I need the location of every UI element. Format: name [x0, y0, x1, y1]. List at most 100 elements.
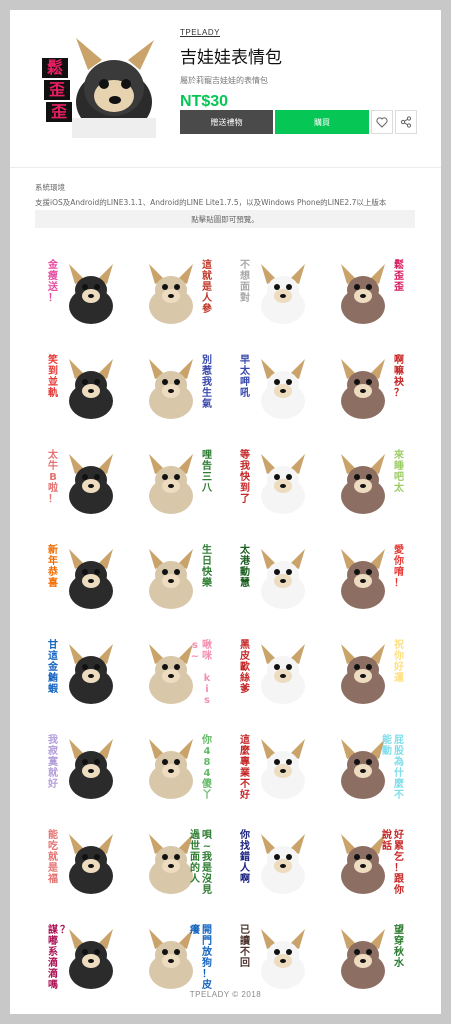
chihuahua-sticker-image: 甘這金鮪蝦	[47, 638, 113, 704]
chihuahua-sticker-image: 金瘦送！	[47, 258, 113, 324]
sticker-item[interactable]: 屁股為什麼不能動	[322, 719, 418, 814]
sticker-item[interactable]: 我寂寞就好	[34, 719, 130, 814]
system-environment: 系統環境 支援iOS及Android的LINE3.1.1、Android的LIN…	[35, 182, 415, 208]
share-icon	[400, 116, 412, 128]
sticker-caption: 謀嘟系滴滴嗎？	[48, 923, 70, 991]
svg-text:鬆: 鬆	[47, 58, 63, 77]
svg-text:歪: 歪	[51, 102, 67, 121]
chihuahua-sticker-image: 你找錯人啊	[239, 828, 305, 894]
sticker-caption: 好累乞！跟你說話	[382, 828, 405, 896]
sticker-caption: 太牛 B 啦！	[47, 448, 59, 505]
sticker-caption: 你找錯人啊	[239, 828, 251, 885]
chihuahua-sticker-image: 這就是人參	[149, 258, 213, 324]
sticker-item[interactable]: 新年恭喜	[34, 529, 130, 624]
sticker-caption: 新年恭喜	[47, 543, 59, 589]
sticker-caption: 這麼專業不好	[239, 733, 251, 801]
sticker-item[interactable]: 等我快到了	[226, 434, 322, 529]
author-link[interactable]: TPELADY	[180, 28, 420, 37]
sticker-item[interactable]: 啾咪 k i ss ~	[130, 624, 226, 719]
sticker-item[interactable]: 別惹我生氣	[130, 339, 226, 434]
chihuahua-sticker-image: 能吃就是福	[47, 828, 113, 894]
svg-text:歪: 歪	[49, 80, 65, 99]
sticker-caption: 笑到並軌	[48, 353, 58, 399]
sticker-item[interactable]: 不想面對	[226, 244, 322, 339]
sticker-item[interactable]: 來睡吧太	[322, 434, 418, 529]
chihuahua-sticker-image: 太牛 B 啦！	[47, 448, 113, 514]
chihuahua-sticker-image: 笑到並軌	[48, 353, 113, 419]
sticker-item[interactable]: 啊嘛袂？	[322, 339, 418, 434]
sticker-item[interactable]: 你 4 8 4 傻丫	[130, 719, 226, 814]
sticker-caption: 太港動慧	[239, 543, 251, 589]
sticker-item[interactable]: 早太呷吼	[226, 339, 322, 434]
sticker-caption: 甘這金鮪蝦	[47, 638, 59, 695]
chihuahua-sticker-image: 啊嘛袂？	[341, 354, 404, 419]
chihuahua-sticker-image: 這麼專業不好	[239, 733, 305, 801]
sticker-caption: 我寂寞就好	[47, 733, 59, 790]
sticker-item[interactable]: 鬆歪歪	[322, 244, 418, 339]
sticker-caption: 屁股為什麼不能動	[382, 733, 405, 801]
chihuahua-sticker-image: 別惹我生氣	[149, 353, 212, 419]
sticker-grid: 金瘦送！ 這就是人參 不想面對 鬆歪歪笑到並軌 別惹我生氣 早太呷吼 啊嘛袂？ 太牛 B 啦！ 哩告…	[34, 244, 418, 1004]
chihuahua-sticker-image: 謀嘟系滴滴嗎？	[48, 923, 113, 991]
sticker-item[interactable]: 祝你好運	[322, 624, 418, 719]
sticker-caption: 你 4 8 4 傻丫	[201, 733, 212, 801]
sticker-item[interactable]: 太牛 B 啦！	[34, 434, 130, 529]
footer-copyright: TPELADY © 2018	[189, 990, 262, 999]
environment-title: 系統環境	[35, 183, 65, 192]
sticker-caption: 等我快到了	[239, 448, 251, 505]
main-sticker-image: 鬆 歪 歪	[42, 38, 156, 138]
sticker-caption: 不想面對	[239, 259, 250, 304]
sticker-item[interactable]: 哩告三八	[130, 434, 226, 529]
sticker-caption: 來睡吧太	[393, 448, 405, 494]
sticker-item[interactable]: 太港動慧	[226, 529, 322, 624]
sticker-caption: 生日快樂	[201, 543, 213, 589]
sticker-item[interactable]: 甘這金鮪蝦	[34, 624, 130, 719]
sticker-caption: 金瘦送！	[47, 258, 59, 304]
sticker-item[interactable]: 笑到並軌	[34, 339, 130, 434]
action-buttons: 贈送禮物 購買	[180, 110, 417, 134]
product-title: 吉娃娃表情包	[180, 48, 282, 68]
sticker-item[interactable]: 這麼專業不好	[226, 719, 322, 814]
sticker-caption: 啊嘛袂？	[394, 354, 404, 399]
sticker-item[interactable]: 能吃就是福	[34, 814, 130, 909]
chihuahua-sticker-image: 我寂寞就好	[47, 733, 113, 799]
sticker-item[interactable]: 黑皮歐絲爹	[226, 624, 322, 719]
chihuahua-sticker-image: 好累乞！跟你說話	[341, 828, 405, 896]
favorite-button[interactable]	[371, 110, 393, 134]
chihuahua-sticker-image: 新年恭喜	[47, 543, 113, 609]
product-header: 鬆 歪 歪 TPELADY 吉娃娃表情包 屬於莉寵吉娃娃的表情包 NT$30 贈…	[10, 10, 441, 168]
product-price: NT$30	[180, 93, 229, 110]
sticker-item[interactable]: 唄~我是沒見過世面的人	[130, 814, 226, 909]
product-description: 屬於莉寵吉娃娃的表情包	[180, 76, 268, 85]
chihuahua-sticker-image: 鬆歪歪	[341, 258, 404, 324]
sticker-item[interactable]: 這就是人參	[130, 244, 226, 339]
heart-icon	[376, 116, 388, 128]
sticker-caption: 黑皮歐絲爹	[239, 639, 251, 695]
sticker-caption: 別惹我生氣	[201, 353, 212, 410]
sticker-item[interactable]: 金瘦送！	[34, 244, 130, 339]
sticker-page: 鬆 歪 歪 TPELADY 吉娃娃表情包 屬於莉寵吉娃娃的表情包 NT$30 贈…	[10, 10, 441, 1014]
chihuahua-sticker-image: 太港動慧	[239, 543, 305, 609]
share-button[interactable]	[395, 110, 417, 134]
sticker-caption: 唄~我是沒見過世面的人	[189, 828, 213, 896]
chihuahua-sticker-image: 你 4 8 4 傻丫	[149, 733, 212, 801]
chihuahua-sticker-image: 等我快到了	[239, 448, 305, 514]
chihuahua-sticker-image: 不想面對	[239, 259, 305, 324]
chihuahua-sticker-image: 啾咪 k i ss ~	[149, 638, 213, 706]
buy-button[interactable]: 購買	[275, 110, 369, 134]
sticker-caption: 開門放狗！皮癢	[189, 923, 213, 991]
sticker-caption: 哩告三八	[201, 449, 213, 494]
sticker-item[interactable]: 好累乞！跟你說話	[322, 814, 418, 909]
gift-button[interactable]: 贈送禮物	[180, 110, 273, 134]
chihuahua-sticker-image: 祝你好運	[341, 638, 404, 704]
environment-text: 支援iOS及Android的LINE3.1.1、Android的LINE Lit…	[35, 198, 387, 207]
chihuahua-sticker-image: 唄~我是沒見過世面的人	[149, 828, 213, 896]
product-info: TPELADY 吉娃娃表情包 屬於莉寵吉娃娃的表情包 NT$30	[180, 28, 420, 111]
sticker-item[interactable]: 愛你唷！	[322, 529, 418, 624]
sticker-caption: 鬆歪歪	[394, 258, 404, 293]
chihuahua-sticker-image: 早太呷吼	[239, 354, 305, 419]
sticker-item[interactable]: 生日快樂	[130, 529, 226, 624]
chihuahua-sticker-image: 愛你唷！	[341, 543, 404, 609]
sticker-caption: 愛你唷！	[393, 543, 404, 589]
sticker-item[interactable]: 你找錯人啊	[226, 814, 322, 909]
